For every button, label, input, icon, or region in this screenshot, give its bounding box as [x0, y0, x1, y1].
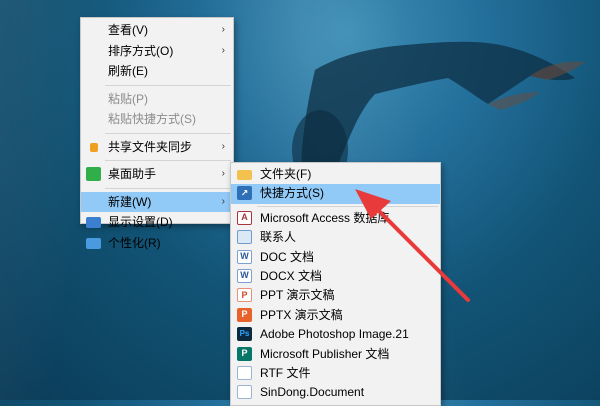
menu-item-label: 显示设置(D)	[108, 215, 173, 229]
menu-separator	[105, 160, 231, 161]
menu-item-label: 粘贴(P)	[108, 91, 148, 106]
contact-icon	[237, 230, 252, 245]
document-icon	[237, 385, 252, 400]
submenu-item-folder[interactable]: 文件夹(F)	[231, 165, 440, 184]
folder-sync-icon	[90, 142, 98, 152]
pptx-presentation-icon: P	[237, 307, 252, 322]
publisher-icon: P	[237, 346, 252, 361]
shortcut-icon: ↗	[237, 186, 252, 201]
menu-item-label: DOCX 文档	[260, 268, 323, 283]
menu-item-label: 文件夹(F)	[260, 167, 312, 181]
menu-item-label: Microsoft Publisher 文档	[260, 346, 390, 361]
menu-item-label: 快捷方式(S)	[260, 186, 324, 201]
submenu-item-doc[interactable]: W DOC 文档	[231, 248, 440, 267]
menu-separator	[257, 205, 438, 207]
new-submenu: 文件夹(F) ↗ 快捷方式(S) A Microsoft Access 数据库 …	[230, 162, 441, 406]
menu-item-label: SinDong.Document	[260, 385, 365, 400]
chevron-right-icon: ›	[221, 44, 225, 56]
menu-separator	[105, 84, 231, 86]
menu-item-label: 个性化(R)	[108, 235, 161, 250]
submenu-item-rtf[interactable]: RTF 文件	[231, 364, 440, 383]
menu-item-label: 共享文件夹同步	[108, 139, 193, 154]
menu-item-sort-by[interactable]: 排序方式(O) ›	[81, 41, 233, 62]
doc-document-icon: W	[237, 249, 252, 264]
menu-item-label: 新建(W)	[108, 194, 152, 209]
personalize-icon	[86, 237, 101, 249]
submenu-item-photoshop-image[interactable]: Ps Adobe Photoshop Image.21	[231, 325, 440, 344]
desktop-assistant-icon	[86, 167, 101, 181]
menu-separator	[105, 132, 231, 134]
menu-item-view[interactable]: 查看(V) ›	[81, 20, 233, 41]
docx-document-icon: W	[237, 268, 252, 283]
ppt-presentation-icon: P	[237, 288, 252, 303]
rtf-file-icon	[237, 365, 252, 380]
submenu-item-pptx[interactable]: P PPTX 演示文稿	[231, 306, 440, 325]
folder-icon	[237, 170, 252, 180]
menu-item-label: 粘贴快捷方式(S)	[108, 112, 196, 126]
menu-item-label: 排序方式(O)	[108, 43, 174, 58]
chevron-right-icon: ›	[221, 168, 225, 179]
menu-item-new[interactable]: 新建(W) ›	[81, 191, 233, 212]
menu-item-label: Adobe Photoshop Image.21	[260, 327, 409, 342]
menu-item-desktop-assistant[interactable]: 桌面助手 ›	[81, 164, 233, 185]
menu-item-paste: 粘贴(P)	[81, 89, 233, 110]
menu-item-label: Microsoft Access 数据库	[260, 210, 390, 225]
menu-item-label: 联系人	[260, 230, 297, 245]
submenu-item-publisher[interactable]: P Microsoft Publisher 文档	[231, 345, 440, 364]
submenu-item-docx[interactable]: W DOCX 文档	[231, 267, 440, 286]
menu-item-label: PPTX 演示文稿	[260, 307, 343, 322]
chevron-right-icon: ›	[221, 195, 225, 207]
menu-item-shared-folder-sync[interactable]: 共享文件夹同步 ›	[81, 137, 233, 158]
submenu-item-ppt[interactable]: P PPT 演示文稿	[231, 286, 440, 305]
menu-item-label: 刷新(E)	[108, 64, 148, 78]
menu-item-personalize[interactable]: 个性化(R)	[81, 233, 233, 254]
photoshop-icon: Ps	[237, 327, 252, 342]
menu-item-label: DOC 文档	[260, 249, 315, 264]
menu-item-display-settings[interactable]: 显示设置(D)	[81, 212, 233, 233]
submenu-item-shortcut[interactable]: ↗ 快捷方式(S)	[231, 184, 440, 204]
menu-item-label: 桌面助手	[108, 167, 157, 181]
monitor-icon	[86, 217, 101, 228]
chevron-right-icon: ›	[221, 24, 225, 35]
submenu-item-contact[interactable]: 联系人	[231, 228, 440, 247]
menu-item-label: 查看(V)	[108, 23, 148, 37]
submenu-item-access-database[interactable]: A Microsoft Access 数据库	[231, 209, 440, 228]
menu-separator	[105, 187, 231, 189]
menu-item-refresh[interactable]: 刷新(E)	[81, 61, 233, 82]
chevron-right-icon: ›	[221, 140, 225, 152]
desktop-context-menu: 查看(V) › 排序方式(O) › 刷新(E) 粘贴(P) 粘贴快捷方式(S) …	[80, 17, 234, 250]
menu-item-label: PPT 演示文稿	[260, 288, 335, 303]
menu-item-paste-shortcut: 粘贴快捷方式(S)	[81, 109, 233, 130]
menu-item-label: RTF 文件	[260, 365, 311, 380]
access-database-icon: A	[237, 210, 252, 225]
